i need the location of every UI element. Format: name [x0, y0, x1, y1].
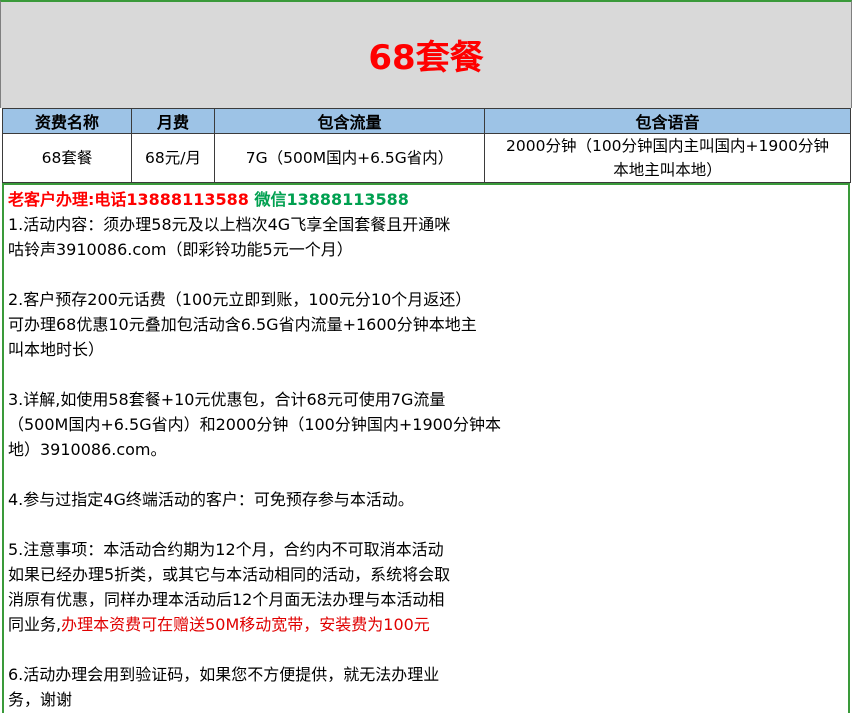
- note-line: 如果已经办理5折类，或其它与本活动相同的活动，系统将会取: [8, 565, 451, 584]
- cell-data: 7G（500M国内+6.5G省内）: [214, 133, 485, 183]
- notes-panel: 老客户办理:电话13888113588 微信13888113588 1.活动内容…: [2, 183, 850, 713]
- note-paragraph: 5.注意事项：本活动合约期为12个月，合约内不可取消本活动 如果已经办理5折类，…: [8, 537, 528, 637]
- note-line: 务，谢谢: [8, 690, 73, 709]
- cell-monthly-fee: 68元/月: [131, 133, 215, 183]
- contact-wechat: 微信13888113588: [254, 190, 409, 209]
- note-paragraph: 2.客户预存200元话费（100元立即到账，100元分10个月返还） 可办理68…: [8, 287, 528, 362]
- cell-plan-name: 68套餐: [2, 133, 132, 183]
- header-data: 包含流量: [214, 108, 485, 134]
- note-line: 同业务,办理本资费可在赠送50M移动宽带，安装费为100元: [8, 612, 528, 637]
- table-header-row: 资费名称 月费 包含流量 包含语音: [2, 108, 851, 134]
- title-band: 68套餐: [0, 0, 852, 108]
- note-line: 3.详解,如使用58套餐+10元优惠包，合计68元可使用7G流量: [8, 390, 446, 409]
- note-line: 6.活动办理会用到验证码，如果您不方便提供，就无法办理业: [8, 665, 440, 684]
- note-paragraph: 1.活动内容：须办理58元及以上档次4G飞享全国套餐且开通咪 咕铃声391008…: [8, 212, 528, 262]
- page-title: 68套餐: [368, 37, 484, 78]
- note-line: 咕铃声3910086.com（即彩铃功能5元一个月）: [8, 240, 353, 259]
- note-line: 叫本地时长）: [8, 340, 105, 359]
- note-line: 消原有优惠，同样办理本活动后12个月面无法办理与本活动相: [8, 590, 445, 609]
- contact-line: 老客户办理:电话13888113588 微信13888113588: [8, 187, 848, 212]
- header-monthly-fee: 月费: [131, 108, 215, 134]
- cell-voice: 2000分钟（100分钟国内主叫国内+1900分钟 本地主叫本地）: [484, 133, 851, 183]
- note-line: 5.注意事项：本活动合约期为12个月，合约内不可取消本活动: [8, 540, 444, 559]
- header-plan-name: 资费名称: [2, 108, 132, 134]
- contact-phone: 老客户办理:电话13888113588: [8, 190, 249, 209]
- note-line: （500M国内+6.5G省内）和2000分钟（100分钟国内+1900分钟本: [8, 415, 501, 434]
- note-line: 2.客户预存200元话费（100元立即到账，100元分10个月返还）: [8, 290, 472, 309]
- note-line: 地）3910086.com。: [8, 440, 167, 459]
- table-row: 68套餐 68元/月 7G（500M国内+6.5G省内） 2000分钟（100分…: [2, 133, 851, 183]
- header-voice: 包含语音: [484, 108, 851, 134]
- note-line: 1.活动内容：须办理58元及以上档次4G飞享全国套餐且开通咪: [8, 215, 451, 234]
- note-paragraph: 4.参与过指定4G终端活动的客户：可免预存参与本活动。: [8, 487, 528, 512]
- plan-table: 资费名称 月费 包含流量 包含语音 68套餐 68元/月 7G（500M国内+6…: [2, 108, 851, 183]
- cell-voice-line: 本地主叫本地）: [613, 161, 722, 179]
- broadband-offer-text: 办理本资费可在赠送50M移动宽带，安装费为100元: [61, 615, 430, 634]
- note-paragraph: 3.详解,如使用58套餐+10元优惠包，合计68元可使用7G流量 （500M国内…: [8, 387, 528, 462]
- plan-sheet: 68套餐 资费名称 月费 包含流量 包含语音 68套餐 68元/月 7G（500…: [0, 0, 852, 713]
- note-text: 同业务,: [8, 615, 62, 634]
- cell-voice-line: 2000分钟（100分钟国内主叫国内+1900分钟: [506, 137, 829, 155]
- note-line: 可办理68优惠10元叠加包活动含6.5G省内流量+1600分钟本地主: [8, 315, 477, 334]
- note-paragraph: 6.活动办理会用到验证码，如果您不方便提供，就无法办理业 务，谢谢: [8, 662, 528, 712]
- note-line: 4.参与过指定4G终端活动的客户：可免预存参与本活动。: [8, 490, 414, 509]
